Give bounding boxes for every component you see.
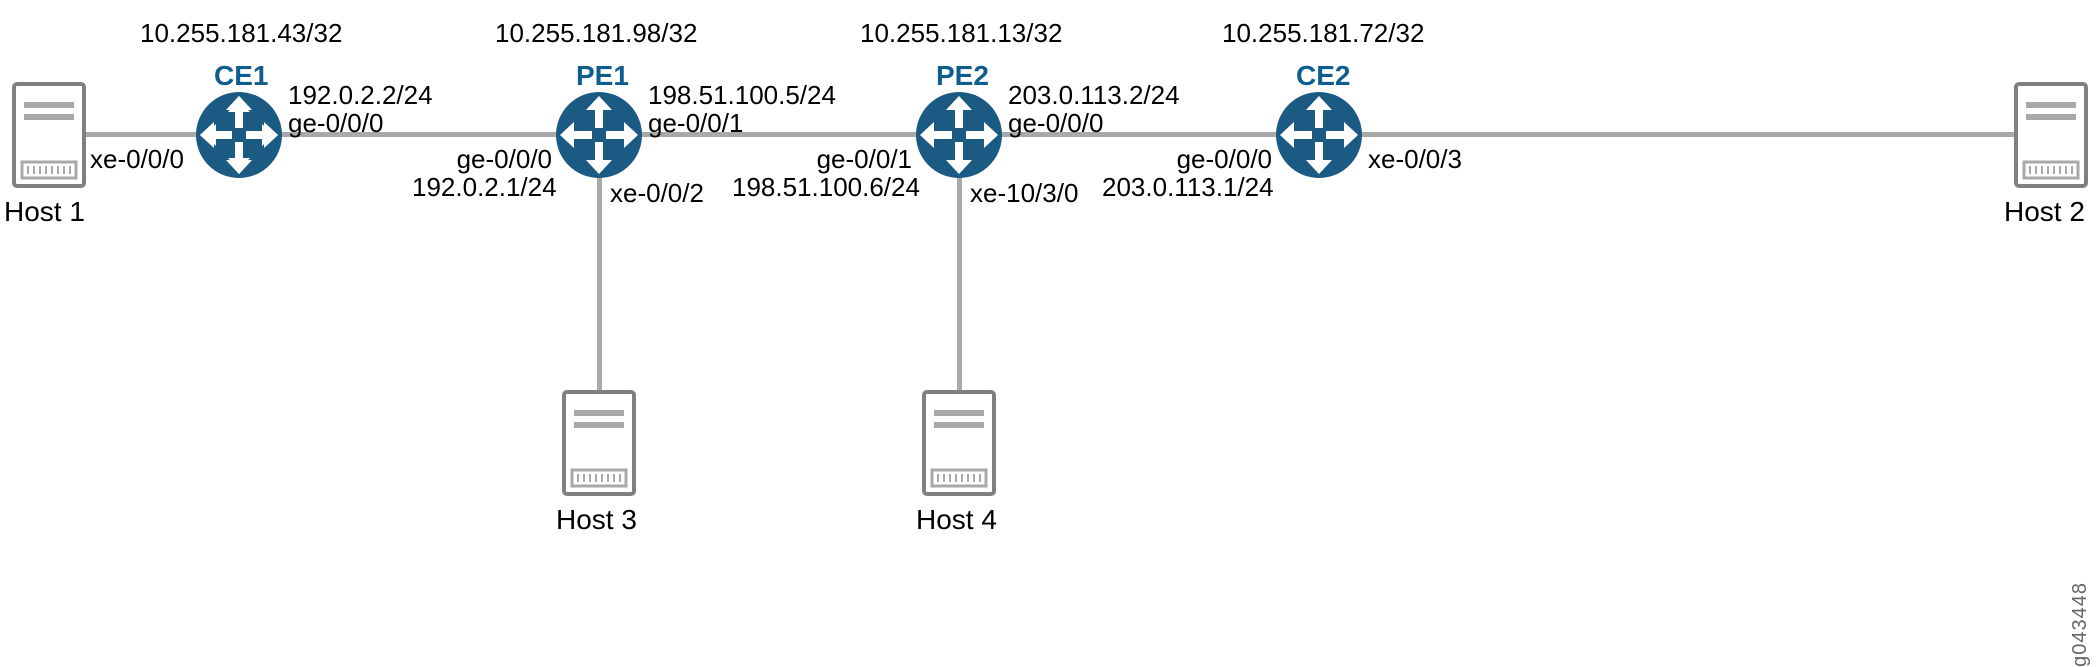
ce1-right-if: ge-0/0/0 (288, 108, 383, 139)
pe1-right-if: ge-0/0/1 (648, 108, 743, 139)
ce2-loopback: 10.255.181.72/32 (1222, 18, 1424, 49)
pe2-left-if: ge-0/0/1 (792, 144, 912, 175)
ce2-name: CE2 (1296, 60, 1350, 92)
pe2-name: PE2 (936, 60, 989, 92)
host3-label: Host 3 (556, 504, 637, 536)
pe2-left-ip: 198.51.100.6/24 (732, 172, 912, 203)
ce2-host2-if: xe-0/0/3 (1368, 144, 1462, 175)
router-pe1-icon (554, 90, 644, 180)
pe1-left-ip: 192.0.2.1/24 (412, 172, 552, 203)
pe2-right-ip: 203.0.113.2/24 (1008, 80, 1180, 111)
pe1-loopback: 10.255.181.98/32 (495, 18, 697, 49)
router-ce2-icon (1274, 90, 1364, 180)
router-ce1-icon (194, 90, 284, 180)
ce1-right-ip: 192.0.2.2/24 (288, 80, 433, 111)
host4-icon (920, 388, 998, 498)
ce2-left-ip: 203.0.113.1/24 (1102, 172, 1272, 203)
figure-id: g043448 (2069, 582, 2092, 667)
pe1-down-if: xe-0/0/2 (610, 178, 704, 209)
host4-label: Host 4 (916, 504, 997, 536)
host1-icon (10, 80, 88, 190)
host2-label: Host 2 (2004, 196, 2085, 228)
ce1-name: CE1 (214, 60, 268, 92)
pe2-down-if: xe-10/3/0 (970, 178, 1078, 209)
host2-icon (2012, 80, 2090, 190)
pe1-left-if: ge-0/0/0 (432, 144, 552, 175)
ce2-left-if: ge-0/0/0 (1152, 144, 1272, 175)
link-pe1-host3 (597, 170, 602, 395)
host3-icon (560, 388, 638, 498)
host1-ce1-if: xe-0/0/0 (90, 144, 184, 175)
ce1-loopback: 10.255.181.43/32 (140, 18, 342, 49)
pe2-loopback: 10.255.181.13/32 (860, 18, 1062, 49)
pe1-right-ip: 198.51.100.5/24 (648, 80, 836, 111)
pe2-right-if: ge-0/0/0 (1008, 108, 1103, 139)
host1-label: Host 1 (4, 196, 85, 228)
pe1-name: PE1 (576, 60, 629, 92)
diagram-canvas: Host 1 Host 2 (0, 0, 2100, 588)
link-pe2-host4 (957, 170, 962, 395)
router-pe2-icon (914, 90, 1004, 180)
